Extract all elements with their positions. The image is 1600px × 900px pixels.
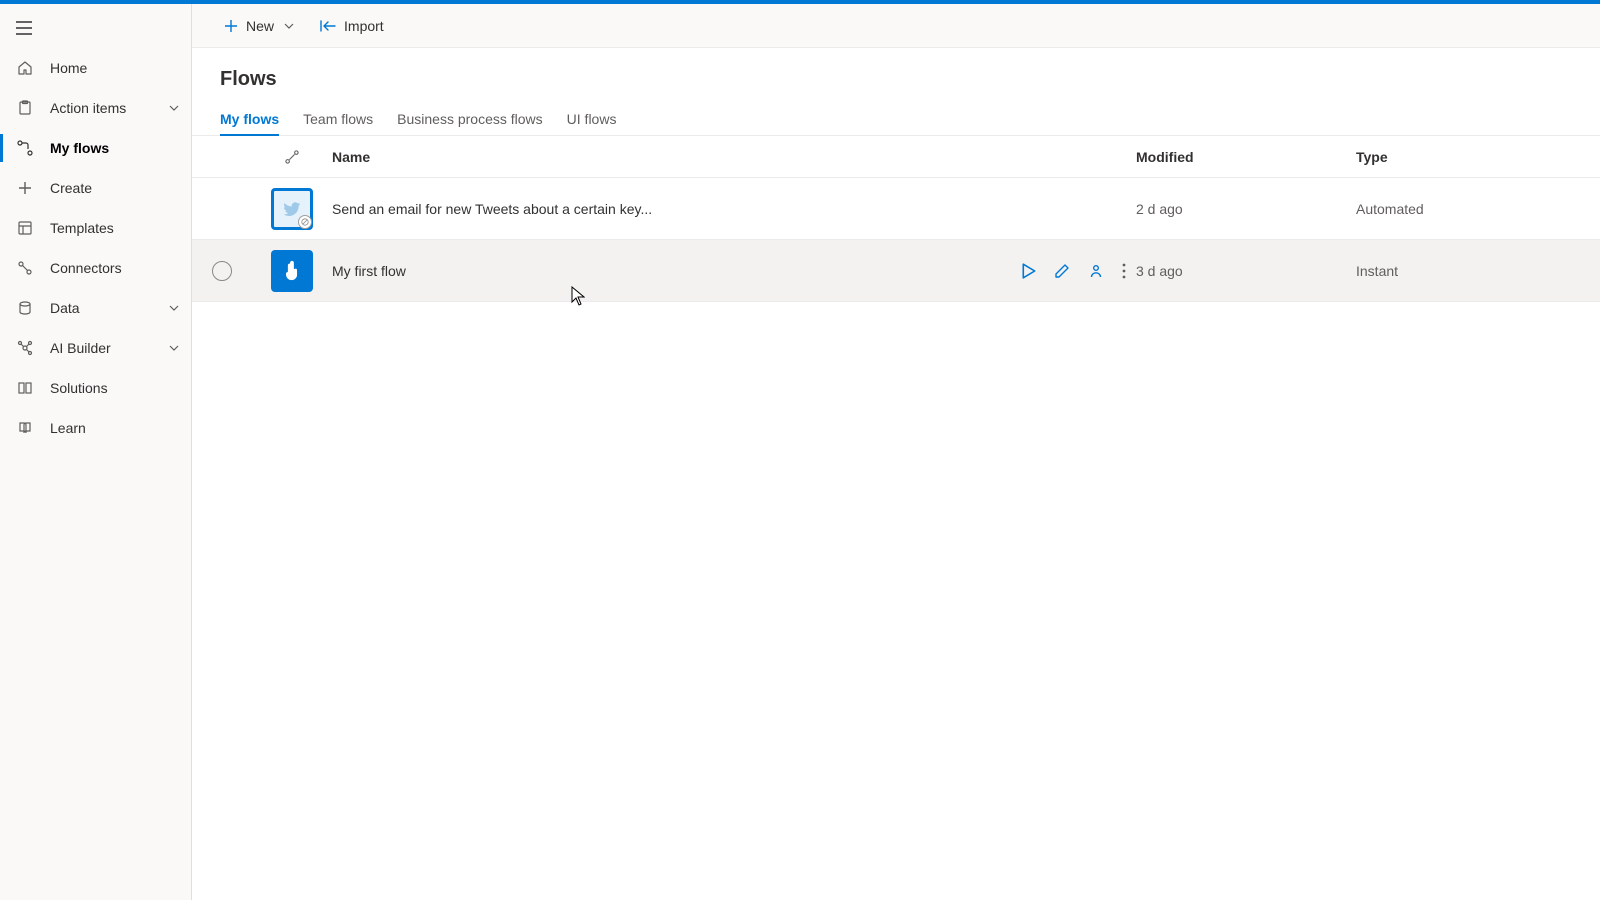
sidebar-item-ai-builder[interactable]: AI Builder bbox=[0, 328, 191, 368]
flow-name[interactable]: My first flow bbox=[332, 263, 406, 279]
connectors-icon bbox=[16, 259, 34, 277]
flow-type: Automated bbox=[1356, 201, 1576, 217]
run-button[interactable] bbox=[1022, 263, 1036, 279]
templates-icon bbox=[16, 219, 34, 237]
solutions-icon bbox=[16, 379, 34, 397]
new-button[interactable]: New bbox=[216, 10, 302, 42]
chevron-down-icon bbox=[169, 105, 179, 111]
sidebar-item-label: Create bbox=[50, 180, 179, 196]
sidebar-item-label: Connectors bbox=[50, 260, 179, 276]
main-content: New Import Flows My flows Team flows Bus… bbox=[192, 4, 1600, 900]
disabled-badge-icon bbox=[298, 215, 312, 229]
flow-name[interactable]: Send an email for new Tweets about a cer… bbox=[332, 201, 652, 217]
ai-builder-icon bbox=[16, 339, 34, 357]
flow-icon bbox=[16, 139, 34, 157]
tabs: My flows Team flows Business process flo… bbox=[192, 103, 1600, 136]
sidebar-item-label: My flows bbox=[50, 140, 179, 156]
sidebar-nav: Home Action items My flows bbox=[0, 48, 191, 448]
pencil-icon bbox=[1054, 263, 1070, 279]
column-name[interactable]: Name bbox=[332, 149, 976, 165]
sidebar-item-data[interactable]: Data bbox=[0, 288, 191, 328]
plus-icon bbox=[16, 179, 34, 197]
play-icon bbox=[1022, 263, 1036, 279]
column-type[interactable]: Type bbox=[1356, 149, 1576, 165]
manual-trigger-icon bbox=[271, 250, 313, 292]
sidebar-item-my-flows[interactable]: My flows bbox=[0, 128, 191, 168]
flow-type: Instant bbox=[1356, 263, 1576, 279]
twitter-icon bbox=[271, 188, 313, 230]
sidebar-item-action-items[interactable]: Action items bbox=[0, 88, 191, 128]
tab-team-flows[interactable]: Team flows bbox=[303, 103, 373, 135]
table-header: Name Modified Type bbox=[192, 136, 1600, 178]
column-modified[interactable]: Modified bbox=[1136, 149, 1356, 165]
hamburger-icon bbox=[16, 21, 32, 35]
home-icon bbox=[16, 59, 34, 77]
chevron-down-icon bbox=[169, 345, 179, 351]
sidebar-item-solutions[interactable]: Solutions bbox=[0, 368, 191, 408]
tab-my-flows[interactable]: My flows bbox=[220, 103, 279, 135]
learn-icon bbox=[16, 419, 34, 437]
sidebar-item-label: Learn bbox=[50, 420, 179, 436]
import-button[interactable]: Import bbox=[312, 10, 392, 42]
chevron-down-icon bbox=[284, 23, 294, 29]
sidebar: Home Action items My flows bbox=[0, 4, 192, 900]
import-icon bbox=[320, 19, 336, 33]
sidebar-item-learn[interactable]: Learn bbox=[0, 408, 191, 448]
sidebar-item-label: Data bbox=[50, 300, 153, 316]
flow-modified: 2 d ago bbox=[1136, 201, 1356, 217]
share-icon bbox=[1088, 263, 1104, 279]
sidebar-item-home[interactable]: Home bbox=[0, 48, 191, 88]
sidebar-item-label: Action items bbox=[50, 100, 153, 116]
sidebar-item-label: Home bbox=[50, 60, 179, 76]
import-button-label: Import bbox=[344, 18, 384, 34]
tab-ui-flows[interactable]: UI flows bbox=[567, 103, 617, 135]
sidebar-item-connectors[interactable]: Connectors bbox=[0, 248, 191, 288]
tab-business-process-flows[interactable]: Business process flows bbox=[397, 103, 543, 135]
table-row[interactable]: Send an email for new Tweets about a cer… bbox=[192, 178, 1600, 240]
clipboard-icon bbox=[16, 99, 34, 117]
column-sort-icon[interactable] bbox=[252, 150, 332, 164]
page-title: Flows bbox=[192, 68, 1600, 91]
more-vertical-icon bbox=[1122, 263, 1126, 279]
sidebar-item-label: Templates bbox=[50, 220, 179, 236]
more-button[interactable] bbox=[1122, 263, 1126, 279]
row-select-checkbox[interactable] bbox=[212, 261, 232, 281]
chevron-down-icon bbox=[169, 305, 179, 311]
edit-button[interactable] bbox=[1054, 263, 1070, 279]
flows-table: Name Modified Type bbox=[192, 136, 1600, 302]
command-bar: New Import bbox=[192, 4, 1600, 48]
sidebar-item-label: Solutions bbox=[50, 380, 179, 396]
flow-modified: 3 d ago bbox=[1136, 263, 1356, 279]
sidebar-item-label: AI Builder bbox=[50, 340, 153, 356]
sidebar-item-templates[interactable]: Templates bbox=[0, 208, 191, 248]
share-button[interactable] bbox=[1088, 263, 1104, 279]
new-button-label: New bbox=[246, 18, 274, 34]
data-icon bbox=[16, 299, 34, 317]
hamburger-button[interactable] bbox=[0, 8, 191, 48]
plus-icon bbox=[224, 19, 238, 33]
sidebar-item-create[interactable]: Create bbox=[0, 168, 191, 208]
table-row[interactable]: My first flow bbox=[192, 240, 1600, 302]
